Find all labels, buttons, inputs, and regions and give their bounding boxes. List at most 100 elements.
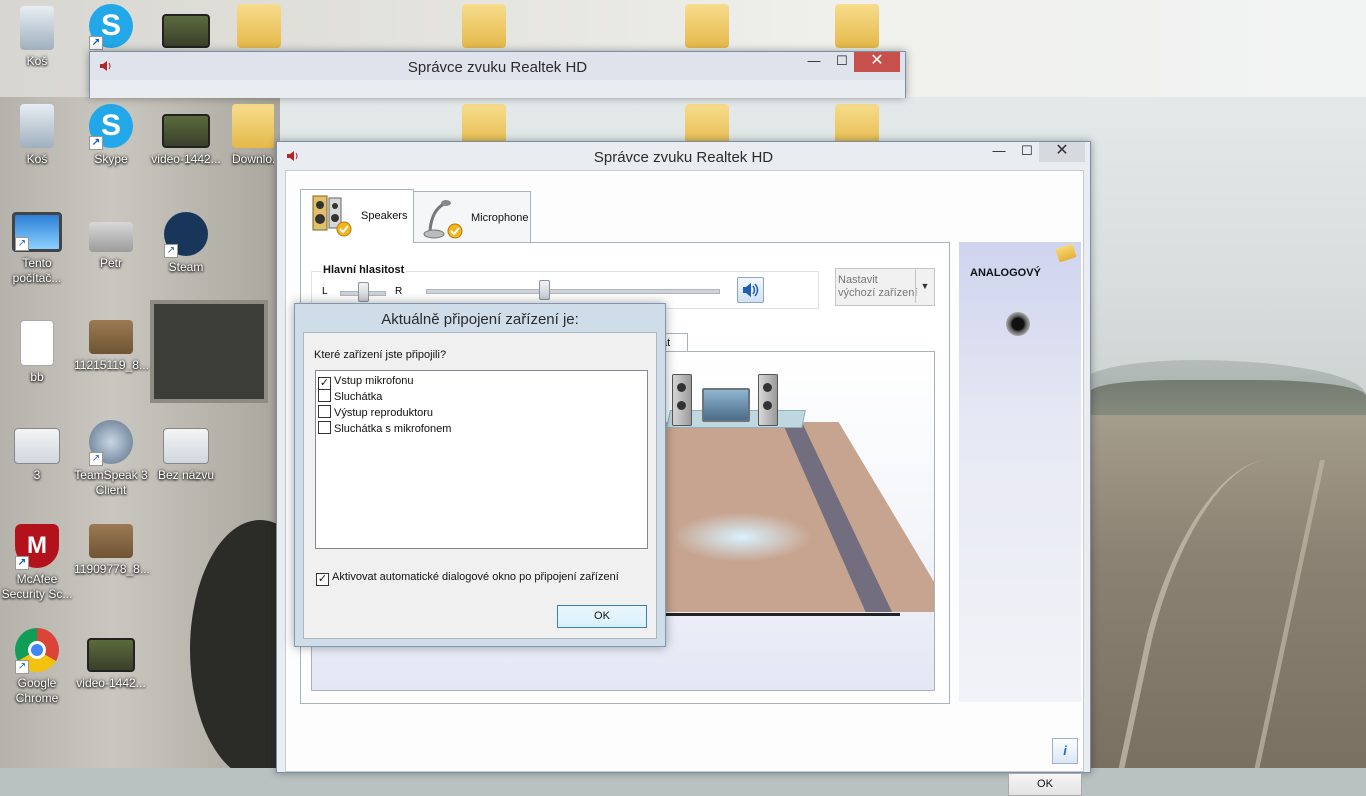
speaker-volume-icon [743, 283, 759, 297]
balance-right-label: R [395, 286, 403, 297]
folder-icon[interactable] [1055, 243, 1077, 263]
main-volume-title: Hlavní hlasitost [321, 264, 407, 276]
main-window-title: Správce zvuku Realtek HD [593, 149, 774, 166]
main-window-titlebar[interactable]: Správce zvuku Realtek HD — ☐ ✕ [277, 142, 1090, 170]
desktop-icon-image-2[interactable]: 11909778_8... [74, 524, 150, 577]
mcafee-icon: M ↗ [15, 524, 59, 570]
dialog-title: Aktuálně připojení zařízení je: [381, 311, 579, 328]
desktop-icon-video[interactable]: video-1442... [149, 104, 223, 167]
desktop-icon-video-2[interactable]: video-1442... [74, 628, 148, 691]
recycle-bin-icon [20, 6, 54, 50]
tab-speakers-label: Speakers [361, 210, 408, 222]
folder-icon [462, 4, 506, 48]
this-pc-icon: ↗ [12, 212, 62, 252]
checkbox[interactable] [318, 389, 331, 402]
left-speaker-icon[interactable] [672, 374, 692, 426]
desktop-icon-downloads-top[interactable] [222, 4, 296, 52]
skype-icon: S ↗ [89, 4, 133, 50]
back-minimize-button[interactable]: — [804, 52, 824, 72]
desktop-icon-this-pc[interactable]: ↗ Tento počítač... [0, 212, 74, 286]
analog-label: ANALOGOVÝ [970, 267, 1041, 279]
checkbox[interactable] [318, 405, 331, 418]
info-button[interactable]: i [1052, 738, 1078, 764]
chrome-icon: ↗ [15, 628, 59, 674]
checkbox[interactable] [318, 421, 331, 434]
screenshot-file-icon [14, 428, 60, 464]
maximize-button[interactable]: ☐ [1017, 142, 1037, 162]
video-file-icon [162, 14, 210, 48]
dialog-body: Které zařízení jste připojili? ✓ Vstup mi… [303, 332, 657, 639]
mute-speaker-button[interactable] [737, 277, 764, 303]
recycle-bin-icon [20, 104, 54, 148]
desktop-icon-downloads[interactable]: Downlo... [222, 104, 274, 167]
desktop-icon-teamspeak[interactable]: ↗ TeamSpeak 3 Client [74, 420, 148, 498]
close-button[interactable]: ✕ [1039, 142, 1085, 162]
desktop-icon-skype-top[interactable]: S ↗ [74, 4, 148, 52]
back-maximize-button[interactable]: ☐ [832, 52, 852, 72]
volume-slider-thumb[interactable] [539, 280, 550, 300]
tab-speakers[interactable]: Speakers [300, 189, 414, 243]
teamspeak-icon: ↗ [89, 420, 133, 466]
desktop-icon-image-1[interactable]: 11215119_8... [74, 320, 149, 373]
set-default-line2: výchozí zařízení [838, 287, 918, 299]
balance-left-label: L [322, 286, 328, 297]
desktop-folder-3-top[interactable] [820, 4, 894, 52]
audio-jack-icon[interactable] [1006, 312, 1030, 336]
back-window-titlebar[interactable]: Správce zvuku Realtek HD — ☐ ✕ [90, 52, 905, 80]
steam-icon: ↗ [164, 212, 208, 258]
desktop-icon-recycle-bin[interactable]: Koš [0, 104, 74, 167]
video-file-icon [162, 114, 210, 148]
desktop-folder-1-top[interactable] [447, 4, 521, 52]
analog-side-panel: ANALOGOVÝ [959, 242, 1081, 702]
skype-icon: S ↗ [89, 104, 133, 150]
device-option[interactable]: ✓ Vstup mikrofonu [318, 373, 413, 390]
connected-device-dialog: Aktuálně připojení zařízení je: Které za… [294, 303, 666, 647]
desktop-icon-chrome[interactable]: ↗ Google Chrome [0, 628, 74, 706]
user-folder-icon [89, 222, 133, 252]
room-floor-line [632, 613, 900, 616]
desktop-icon-video-top[interactable] [149, 4, 223, 52]
room-sound-glow [672, 512, 812, 562]
tab-microphone[interactable]: Microphone [413, 191, 531, 242]
auto-popup-option[interactable]: ✓ Aktivovat automatické dialogové okno po… [316, 571, 619, 586]
text-document-icon [20, 320, 54, 366]
main-ok-button[interactable]: OK [1008, 773, 1082, 796]
volume-slider-track [426, 289, 720, 294]
device-option[interactable]: Sluchátka [318, 389, 382, 405]
tab-microphone-label: Microphone [471, 212, 529, 224]
image-file-icon [163, 428, 209, 464]
image-file-icon [89, 524, 133, 558]
desktop-icon-mcafee[interactable]: M ↗ McAfee Security Sc... [0, 524, 74, 602]
desktop-icon-skype[interactable]: S ↗ Skype [74, 104, 148, 167]
microphone-icon [423, 200, 463, 239]
balance-slider-thumb[interactable] [358, 282, 369, 302]
right-speaker-icon[interactable] [758, 374, 778, 426]
desktop-icon-petr[interactable]: Petr [74, 212, 148, 271]
desktop-icon-steam[interactable]: ↗ Steam [149, 212, 223, 275]
desktop-icon-3[interactable]: 3 [0, 428, 74, 483]
device-listbox[interactable]: ✓ Vstup mikrofonu Sluchátka Výstup reprod… [315, 370, 648, 549]
back-close-button[interactable]: ✕ [854, 52, 900, 72]
dialog-ok-button[interactable]: OK [557, 605, 647, 628]
chevron-down-icon: ▼ [915, 269, 934, 303]
device-option[interactable]: Sluchátka s mikrofonem [318, 421, 451, 437]
minimize-button[interactable]: — [989, 142, 1009, 162]
video-file-icon [87, 638, 135, 672]
device-option[interactable]: Výstup reproduktoru [318, 405, 433, 421]
desktop-folder-2-top[interactable] [670, 4, 744, 52]
auto-popup-checkbox[interactable]: ✓ [316, 573, 329, 586]
folder-icon [685, 4, 729, 48]
back-window-title: Správce zvuku Realtek HD [407, 59, 588, 76]
desktop-icon-recycle-bin-top[interactable]: Koš [0, 6, 74, 69]
back-window: Správce zvuku Realtek HD — ☐ ✕ [89, 51, 906, 98]
set-default-line1: Nastavit [838, 274, 878, 286]
speakers-icon [312, 195, 352, 237]
desktop-icon-bb[interactable]: bb [0, 320, 74, 385]
downloads-folder-icon [237, 4, 281, 48]
dialog-question: Které zařízení jste připojili? [314, 349, 447, 361]
folder-icon [835, 4, 879, 48]
desktop-icon-bez-nazvu[interactable]: Bez názvu [149, 428, 223, 483]
downloads-folder-icon [232, 104, 274, 148]
image-file-icon [89, 320, 133, 354]
set-default-device-dropdown[interactable]: Nastavit výchozí zařízení ▼ [835, 268, 935, 306]
